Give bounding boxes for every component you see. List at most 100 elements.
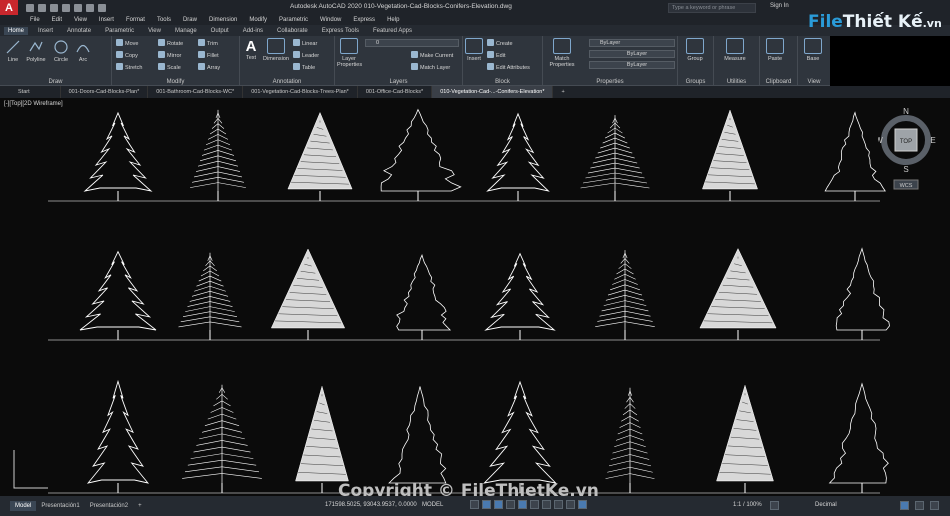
file-tab-start[interactable]: Start (0, 86, 61, 98)
edit-attributes-button[interactable]: Edit Attributes (487, 63, 530, 71)
file-tab-active[interactable]: 010-Vegetation-Cad-...-Conifers-Elevatio… (432, 86, 554, 98)
new-tab-plus-icon[interactable]: + (553, 86, 572, 98)
leader-button[interactable]: Leader (293, 51, 319, 59)
tab-add-ins[interactable]: Add-ins (239, 27, 267, 35)
add-layout-plus-icon[interactable]: + (133, 501, 147, 511)
tab-parametric[interactable]: Parametric (101, 27, 138, 35)
menu-item[interactable]: Format (126, 17, 145, 23)
measure-button[interactable]: Measure (718, 38, 752, 62)
new-icon[interactable] (26, 3, 34, 12)
conifer-block[interactable] (388, 386, 447, 493)
menu-item[interactable]: Help (387, 17, 399, 23)
match-properties-button[interactable]: Match Properties (547, 38, 577, 68)
linear-button[interactable]: Linear (293, 39, 317, 47)
menu-item[interactable]: File (30, 17, 40, 23)
groups-panel-title[interactable]: Groups (678, 79, 713, 85)
tab-home[interactable]: Home (4, 26, 29, 35)
model-space-toggle[interactable]: MODEL (422, 502, 443, 508)
drawing-viewport[interactable]: [-][Top][2D Wireframe] TOP N S E W WCS (0, 98, 950, 496)
scale-button[interactable]: Scale (158, 63, 181, 71)
tab-featured-apps[interactable]: Featured Apps (369, 27, 416, 35)
tab-output[interactable]: Output (207, 27, 233, 35)
tab-insert[interactable]: Insert (34, 27, 57, 35)
layout-tab[interactable]: Presentación2 (85, 501, 133, 511)
viewport-controls[interactable]: [-][Top][2D Wireframe] (4, 101, 63, 107)
grid-icon[interactable] (470, 500, 479, 509)
conifer-block[interactable] (182, 384, 262, 493)
snap-icon[interactable] (482, 500, 491, 509)
conifer-block[interactable] (835, 247, 890, 340)
annotation-scale[interactable]: 1:1 / 100% (733, 502, 762, 508)
draw-panel-title[interactable]: Draw (0, 79, 111, 85)
layer-dropdown[interactable]: 0 (365, 39, 459, 47)
create-block-button[interactable]: Create (487, 39, 513, 47)
match-layer-button[interactable]: Match Layer (411, 63, 450, 71)
tab-collaborate[interactable]: Collaborate (273, 27, 312, 35)
modify-panel-title[interactable]: Modify (112, 79, 239, 85)
layout-tab[interactable]: Presentación1 (36, 501, 84, 511)
view-panel-title[interactable]: View (798, 79, 830, 85)
edit-block-button[interactable]: Edit (487, 51, 505, 59)
line-button[interactable]: Line (4, 39, 22, 63)
autocad-logo-icon[interactable]: A (0, 0, 18, 15)
annotation-panel-title[interactable]: Annotation (240, 79, 334, 85)
arc-button[interactable]: Arc (74, 39, 92, 63)
lineweight-icon[interactable] (542, 500, 551, 509)
tab-manage[interactable]: Manage (171, 27, 201, 35)
transparency-icon[interactable] (554, 500, 563, 509)
compass-south[interactable]: S (903, 165, 908, 174)
conifer-block[interactable] (380, 108, 462, 201)
text-button[interactable]: A Text (242, 38, 260, 61)
menu-item[interactable]: Express (353, 17, 375, 23)
stretch-button[interactable]: Stretch (116, 63, 142, 71)
clipboard-panel-title[interactable]: Clipboard (760, 79, 797, 85)
redo-icon[interactable] (98, 3, 106, 12)
units-display[interactable]: Decimal (815, 502, 837, 508)
compass-east[interactable]: E (930, 136, 935, 145)
menu-item[interactable]: Tools (157, 17, 171, 23)
insert-button[interactable]: Insert (465, 38, 483, 62)
osnap-icon[interactable] (518, 500, 527, 509)
customize-menu-icon[interactable] (930, 501, 939, 510)
drawing-canvas[interactable] (0, 98, 950, 496)
group-button[interactable]: Group (680, 38, 710, 62)
conifer-block[interactable] (396, 254, 452, 340)
menu-item[interactable]: Window (320, 17, 341, 23)
table-button[interactable]: Table (293, 63, 315, 71)
menu-item[interactable]: Edit (52, 17, 62, 23)
file-tab[interactable]: 001-Office-Cad-Blocks* (358, 86, 433, 98)
conifer-block[interactable] (605, 387, 655, 493)
file-tab[interactable]: 001-Doors-Cad-Blocks-Plan* (61, 86, 149, 98)
copy-button[interactable]: Copy (116, 51, 138, 59)
compass-north[interactable]: N (903, 107, 909, 116)
save-as-icon[interactable] (62, 3, 70, 12)
menu-item[interactable]: View (74, 17, 87, 23)
layout-tab-model[interactable]: Model (10, 501, 37, 511)
tab-annotate[interactable]: Annotate (63, 27, 95, 35)
base-button[interactable]: Base (800, 38, 826, 62)
viewcube[interactable]: TOP N S E W WCS (878, 104, 938, 194)
conifer-block[interactable] (86, 379, 150, 493)
lineweight-dropdown[interactable]: ByLayer (589, 61, 675, 69)
selection-cycling-icon[interactable] (566, 500, 575, 509)
menu-item[interactable]: Insert (99, 17, 114, 23)
conifer-block[interactable] (287, 111, 353, 201)
layers-panel-title[interactable]: Layers (335, 79, 462, 85)
file-tab[interactable]: 001-Bathroom-Cad-Blocks-WC* (148, 86, 244, 98)
conifer-block[interactable] (190, 109, 246, 201)
menu-item[interactable]: Draw (183, 17, 197, 23)
otrack-icon[interactable] (530, 500, 539, 509)
color-dropdown[interactable]: ByLayer (589, 39, 675, 47)
fillet-button[interactable]: Fillet (198, 51, 219, 59)
conifer-block[interactable] (178, 252, 242, 340)
properties-panel-title[interactable]: Properties (543, 79, 677, 85)
linetype-dropdown[interactable]: ByLayer (589, 50, 675, 58)
polyline-button[interactable]: Polyline (24, 39, 48, 63)
conifer-block[interactable] (716, 384, 774, 493)
dimension-button[interactable]: Dimension (262, 38, 290, 62)
conifer-block[interactable] (580, 115, 650, 201)
trim-button[interactable]: Trim (198, 39, 218, 47)
conifer-block[interactable] (295, 385, 349, 493)
conifer-block[interactable] (270, 248, 346, 340)
isolate-objects-icon[interactable] (900, 501, 909, 510)
